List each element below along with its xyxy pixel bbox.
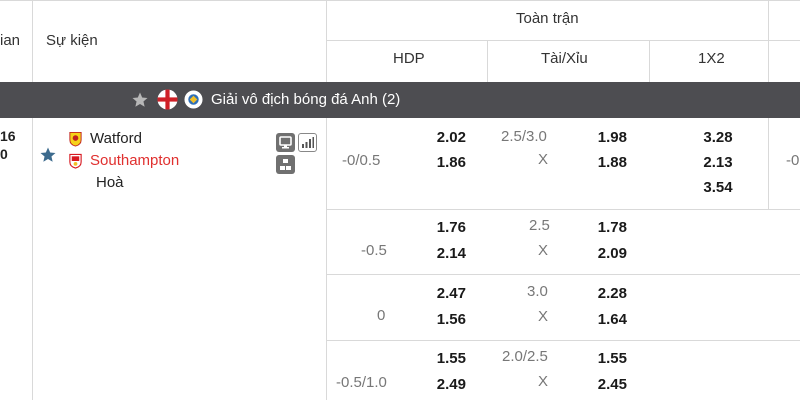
draw-label: Hoà (96, 174, 124, 191)
ou-x-label: X (538, 373, 549, 390)
southampton-crest-icon (69, 153, 82, 169)
hdp-column-header[interactable]: HDP (393, 50, 425, 67)
star-icon[interactable] (131, 91, 149, 109)
hdp-away-odds[interactable]: 1.86 (406, 154, 466, 171)
hdp-home-odds[interactable]: 2.02 (406, 129, 466, 146)
ou-over-odds[interactable]: 1.98 (567, 129, 627, 146)
ou-under-odds[interactable]: 2.45 (567, 376, 627, 393)
ou-x-label: X (538, 308, 549, 325)
hdp-home-odds[interactable]: 2.47 (406, 285, 466, 302)
stats-icon[interactable] (298, 133, 317, 152)
ou-x-label: X (538, 242, 549, 259)
league-badge-icon (184, 90, 203, 109)
away-team-name[interactable]: Southampton (90, 152, 179, 169)
hdp-away-odds[interactable]: 2.14 (406, 245, 466, 262)
ou-line: 2.5/3.0 (501, 128, 547, 145)
event-column-header: Sự kiện (46, 32, 98, 49)
hdp-away-odds[interactable]: 1.56 (406, 311, 466, 328)
ou-under-odds[interactable]: 2.09 (567, 245, 627, 262)
watford-crest-icon (69, 131, 82, 147)
ou-over-odds[interactable]: 1.55 (567, 350, 627, 367)
full-match-header: Toàn trận (516, 10, 579, 27)
ou-under-odds[interactable]: 1.64 (567, 311, 627, 328)
hdp-line: -0.5 (361, 242, 387, 259)
hdp-line: 0 (377, 307, 386, 324)
over-under-column-header[interactable]: Tài/Xỉu (541, 50, 588, 67)
next-column-partial: -0 (786, 152, 800, 169)
home-team-name[interactable]: Watford (90, 130, 142, 147)
time-column-header: ian (0, 32, 21, 49)
hdp-line: -0.5/1.0 (336, 374, 387, 391)
ou-line: 3.0 (527, 283, 548, 300)
1x2-home-odds[interactable]: 3.28 (688, 129, 748, 146)
ou-over-odds[interactable]: 2.28 (567, 285, 627, 302)
ou-x-label: X (538, 151, 549, 168)
hdp-line: -0/0.5 (342, 152, 381, 169)
league-name[interactable]: Giải vô địch bóng đá Anh (2) (211, 91, 400, 108)
hdp-away-odds[interactable]: 2.49 (406, 376, 466, 393)
england-flag-icon (157, 89, 178, 110)
ou-under-odds[interactable]: 1.88 (567, 154, 627, 171)
tv-icon[interactable] (276, 133, 295, 152)
hdp-home-odds[interactable]: 1.55 (406, 350, 466, 367)
ou-line: 2.5 (529, 217, 550, 234)
ou-over-odds[interactable]: 1.78 (567, 219, 627, 236)
ou-line: 2.0/2.5 (502, 348, 548, 365)
1x2-away-odds[interactable]: 2.13 (688, 154, 748, 171)
favorite-star-icon[interactable] (39, 146, 57, 164)
match-time-secondary: 0 (0, 146, 8, 162)
hdp-home-odds[interactable]: 1.76 (406, 219, 466, 236)
match-time: 16 (0, 128, 16, 144)
1x2-column-header[interactable]: 1X2 (698, 50, 725, 67)
lineup-icon[interactable] (276, 155, 295, 174)
1x2-draw-odds[interactable]: 3.54 (688, 179, 748, 196)
